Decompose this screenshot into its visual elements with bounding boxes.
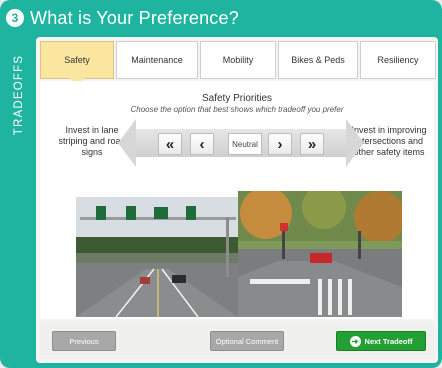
side-section-label: TRADEOFFS xyxy=(4,40,34,150)
lane-striping-photo xyxy=(76,197,238,317)
tab-maintenance[interactable]: Maintenance xyxy=(116,41,198,79)
neutral-indicator[interactable]: Neutral xyxy=(228,133,262,155)
priority-instructions: Choose the option that best shows which … xyxy=(130,105,344,114)
priority-title: Safety Priorities xyxy=(201,93,273,104)
optional-comment-button[interactable]: Optional Comment xyxy=(210,331,284,351)
strongly-right-button[interactable]: » xyxy=(300,133,324,155)
tab-safety[interactable]: Safety xyxy=(40,41,114,86)
left-button[interactable]: ‹ xyxy=(190,133,214,155)
category-tabs: Safety Maintenance Mobility Bikes & Peds… xyxy=(40,41,436,86)
previous-button[interactable]: Previous xyxy=(52,331,116,351)
strongly-left-button[interactable]: « xyxy=(158,133,182,155)
header-bar: 3 What is Your Preference? xyxy=(0,0,442,36)
road-signs-scene xyxy=(76,197,238,317)
step-number-badge: 3 xyxy=(6,9,24,27)
next-tradeoff-label: Next Tradeoff xyxy=(364,336,413,346)
tab-resiliency[interactable]: Resiliency xyxy=(360,41,436,79)
tab-bikes-peds[interactable]: Bikes & Peds xyxy=(278,41,358,79)
tradeoff-content: Safety Priorities Choose the option that… xyxy=(40,81,434,319)
page-title: What is Your Preference? xyxy=(30,7,239,28)
intersection-scene xyxy=(238,191,402,317)
survey-frame: 3 What is Your Preference? TRADEOFFS Saf… xyxy=(0,0,442,368)
right-button[interactable]: › xyxy=(268,133,292,155)
navigation-footer: Previous Optional Comment ➜ Next Tradeof… xyxy=(40,323,434,359)
tab-mobility[interactable]: Mobility xyxy=(200,41,276,79)
tradeoffs-label: TRADEOFFS xyxy=(13,54,26,136)
next-tradeoff-button[interactable]: ➜ Next Tradeoff xyxy=(336,331,426,351)
arrow-right-icon: ➜ xyxy=(349,335,361,347)
tradeoff-panel: Safety Maintenance Mobility Bikes & Peds… xyxy=(36,37,438,363)
intersection-photo xyxy=(238,191,402,317)
